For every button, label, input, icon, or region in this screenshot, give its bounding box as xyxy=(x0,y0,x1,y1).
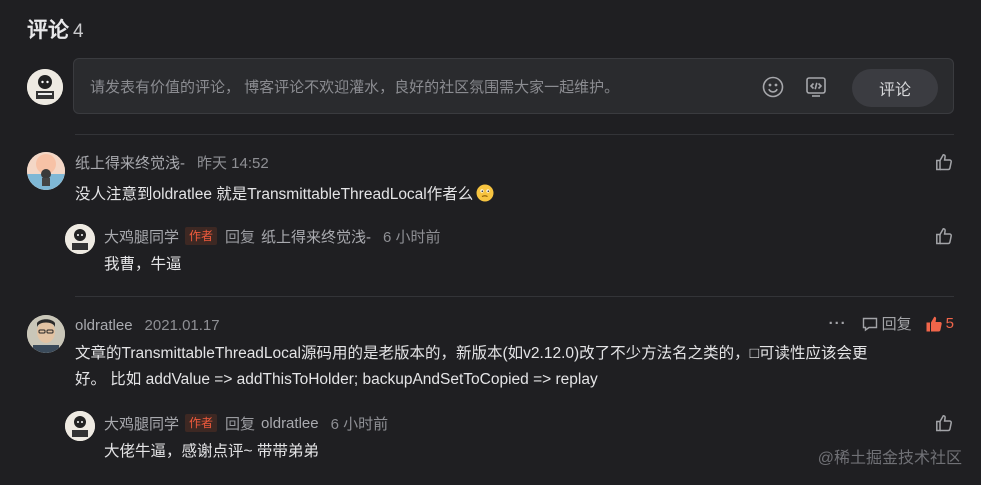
reply-time: 6 小时前 xyxy=(383,228,441,246)
submit-comment-button[interactable]: 评论 xyxy=(852,69,938,107)
comment-meta: 纸上得来终觉浅- 昨天 14:52 xyxy=(75,152,269,172)
comment-composer: 请发表有价值的评论， 博客评论不欢迎灌水，良好的社区氛围需大家一起维护。 评论 xyxy=(27,58,954,114)
comment-content: 文章的TransmittableThreadLocal源码用的是老版本的，新版本… xyxy=(75,341,955,393)
reply-word: 回复 xyxy=(225,228,256,246)
divider xyxy=(75,296,954,297)
reply-author-name[interactable]: 大鸡腿同学 xyxy=(104,413,179,434)
comment-section: 评论 4 请发表有价值的评论， 博客评论不欢迎灌水，良好的社区氛围需大家一起维护… xyxy=(27,0,954,485)
comment-bubble-icon xyxy=(862,317,877,331)
comment-author-avatar[interactable] xyxy=(27,152,65,190)
reply-word: 回复 xyxy=(225,415,256,433)
comment-text: 没人注意到oldratlee 就是TransmittableThreadLoca… xyxy=(75,186,474,203)
comment-content: 没人注意到oldratlee 就是TransmittableThreadLoca… xyxy=(75,182,955,208)
comment-time: 2021.01.17 xyxy=(144,316,220,334)
reply-author-avatar[interactable] xyxy=(65,411,95,441)
like-button[interactable] xyxy=(934,413,954,433)
reply-author-name[interactable]: 大鸡腿同学 xyxy=(104,226,179,247)
more-options-button[interactable]: ··· xyxy=(823,315,853,332)
reply-to-name[interactable]: oldratlee xyxy=(261,415,319,432)
comment-author-avatar[interactable] xyxy=(27,315,65,353)
comment-actions: ··· 回复 5 xyxy=(823,313,954,334)
comment-count: 4 xyxy=(73,21,84,42)
comment-time: 昨天 14:52 xyxy=(197,154,269,172)
thumbs-up-filled-icon xyxy=(926,316,942,331)
reply-content: 我曹，牛逼 xyxy=(104,256,182,273)
comment-text-line: 文章的TransmittableThreadLocal源码用的是老版本的，新版本… xyxy=(75,345,868,362)
comment-title: 评论 xyxy=(27,19,69,42)
watermark: @稀土掘金技术社区 xyxy=(817,450,962,467)
comment-header: 评论 4 xyxy=(27,14,84,42)
reply-time: 6 小时前 xyxy=(330,415,389,433)
thumbs-up-icon xyxy=(936,414,952,432)
thumbs-up-icon xyxy=(936,227,952,245)
reply-to-name[interactable]: 纸上得来终觉浅- xyxy=(261,226,371,247)
reply-meta: 大鸡腿同学 作者 回复 纸上得来终觉浅- 6 小时前 xyxy=(104,226,441,246)
like-button[interactable] xyxy=(934,152,954,172)
comment-author-name[interactable]: 纸上得来终觉浅- xyxy=(75,152,185,173)
code-icon[interactable] xyxy=(803,74,829,100)
comment-text-line: 好。 比如 addValue => addThisToHolder; backu… xyxy=(75,371,598,388)
reply-button[interactable]: 回复 xyxy=(861,313,912,334)
comment-input-placeholder: 请发表有价值的评论， 博客评论不欢迎灌水，良好的社区氛围需大家一起维护。 xyxy=(90,79,620,96)
comment-author-name[interactable]: oldratlee xyxy=(75,317,133,334)
like-button[interactable]: 5 xyxy=(924,314,954,334)
reply-author-avatar[interactable] xyxy=(65,224,95,254)
thumbs-up-icon xyxy=(936,153,952,171)
reply-meta: 大鸡腿同学 作者 回复 oldratlee 6 小时前 xyxy=(104,413,388,433)
divider xyxy=(75,134,954,135)
thinking-emoji-icon xyxy=(476,184,494,202)
like-count: 5 xyxy=(945,315,954,332)
author-badge: 作者 xyxy=(185,227,218,245)
author-badge: 作者 xyxy=(185,414,218,432)
reply-button-label: 回复 xyxy=(881,316,912,333)
current-user-avatar[interactable] xyxy=(27,69,63,105)
smile-icon[interactable] xyxy=(760,74,786,100)
comment-input[interactable]: 请发表有价值的评论， 博客评论不欢迎灌水，良好的社区氛围需大家一起维护。 评论 xyxy=(73,58,954,114)
comment-meta: oldratlee 2021.01.17 xyxy=(75,315,220,335)
like-button[interactable] xyxy=(934,226,954,246)
